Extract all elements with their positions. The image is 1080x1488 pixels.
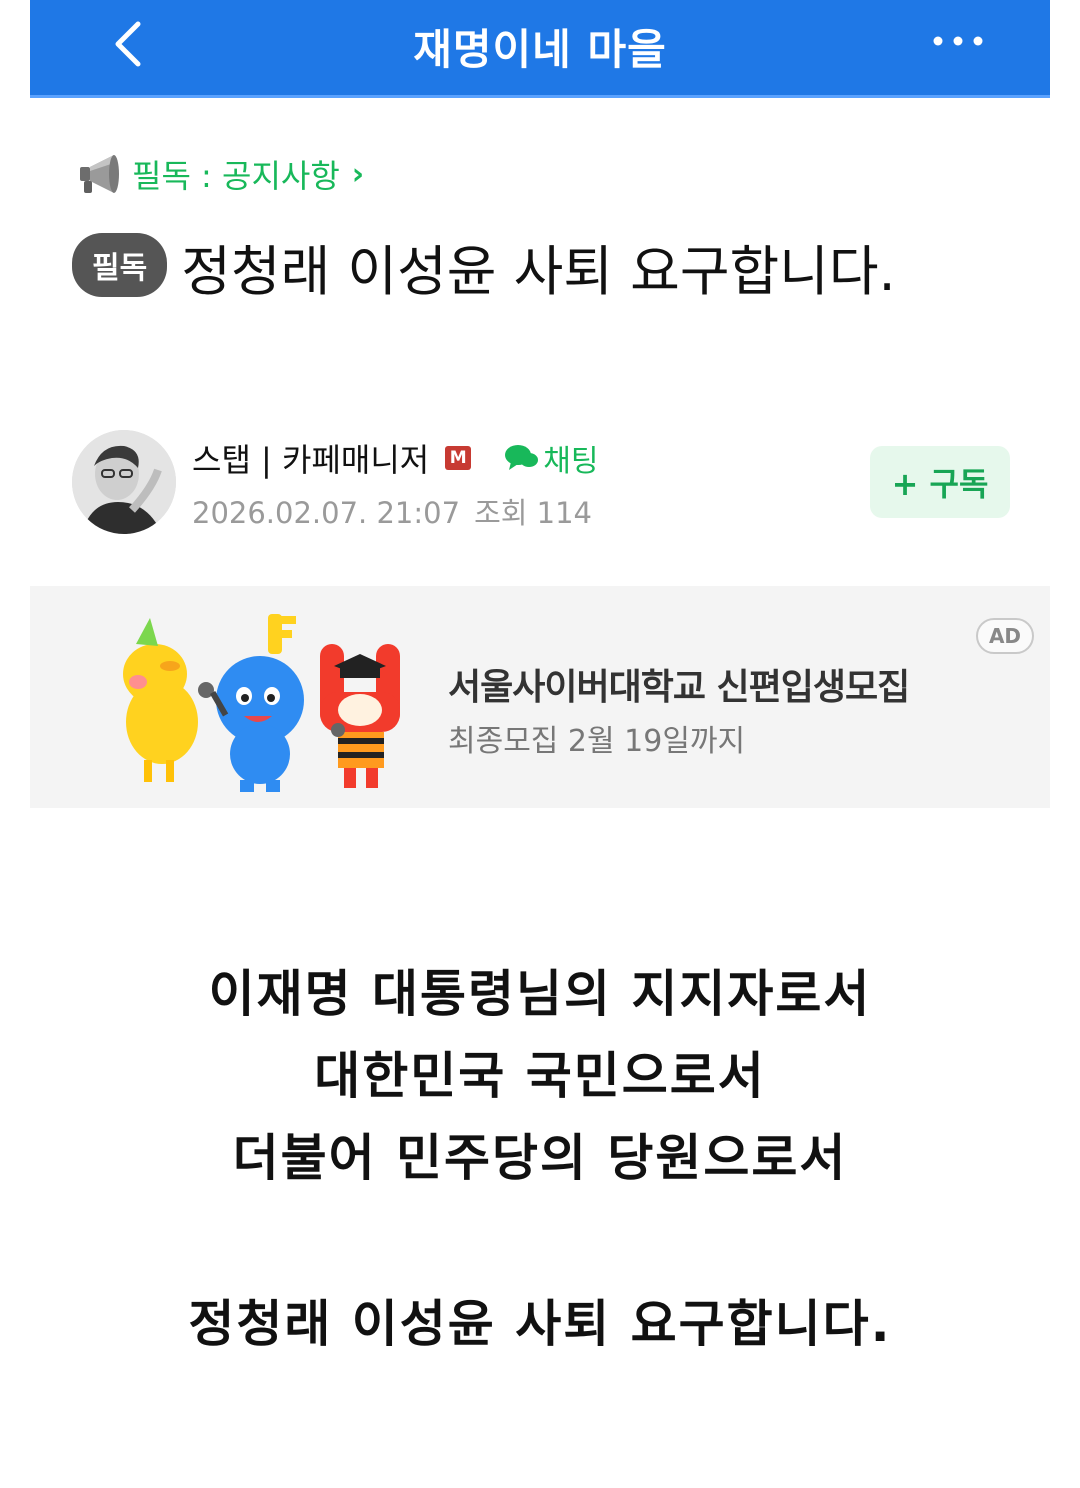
- body-line-2: 대한민국 국민으로서: [314, 1047, 766, 1105]
- ad-indicator-badge: AD: [976, 618, 1034, 654]
- body-line-1: 이재명 대통령님의 지지자로서: [208, 965, 872, 1023]
- megaphone-icon: [80, 155, 119, 193]
- cafe-title: 재명이네 마을: [413, 25, 667, 74]
- chat-bubble-icon: [505, 445, 539, 470]
- top-app-bar: 재명이네 마을: [30, 0, 1050, 98]
- manager-badge: M: [445, 446, 472, 470]
- chevron-right-icon: ›: [351, 156, 365, 192]
- more-horizontal-icon: [933, 36, 983, 46]
- mascot-illustration: [123, 614, 400, 792]
- post-page: 재명이네 마을 필독 : 공지사항 › 필독정청래 이성윤 사퇴 요구합니다.: [0, 0, 1080, 1488]
- post-date: 2026.02.07. 21:07: [192, 496, 461, 530]
- post-title: 정청래 이성윤 사퇴 요구합니다.: [181, 240, 896, 303]
- view-count: 조회 114: [474, 496, 592, 530]
- author-info: 스탭 | 카페매니저 M 채팅: [192, 436, 598, 480]
- chat-label: 채팅: [543, 444, 599, 479]
- avatar-photo: [72, 430, 176, 534]
- notice-label: 필독 : 공지사항: [132, 157, 340, 195]
- ad-title: 서울사이버대학교 신편입생모집: [448, 667, 910, 708]
- subscribe-button[interactable]: + 구독: [870, 446, 1010, 518]
- author-avatar[interactable]: [72, 430, 176, 534]
- notice-board-link[interactable]: 필독 : 공지사항 ›: [74, 150, 364, 198]
- body-line-4: 정청래 이성윤 사퇴 요구합니다.: [188, 1295, 892, 1353]
- chat-link[interactable]: 채팅: [503, 436, 598, 480]
- more-button[interactable]: [930, 28, 990, 58]
- required-read-badge: 필독: [72, 233, 168, 297]
- ad-banner[interactable]: 서울사이버대학교 신편입생모집 최종모집 2월 19일까지 AD: [30, 586, 1050, 808]
- author-name[interactable]: 스탭 | 카페매니저: [192, 435, 429, 481]
- post-title-block: 필독 정청래 이성윤 사퇴 요구합니다.: [72, 232, 912, 312]
- post-meta: 2026.02.07. 21:07 조회 114: [192, 490, 592, 532]
- body-line-3: 더불어 민주당의 당원으로서: [232, 1129, 848, 1187]
- ad-subtitle: 최종모집 2월 19일까지: [448, 724, 746, 759]
